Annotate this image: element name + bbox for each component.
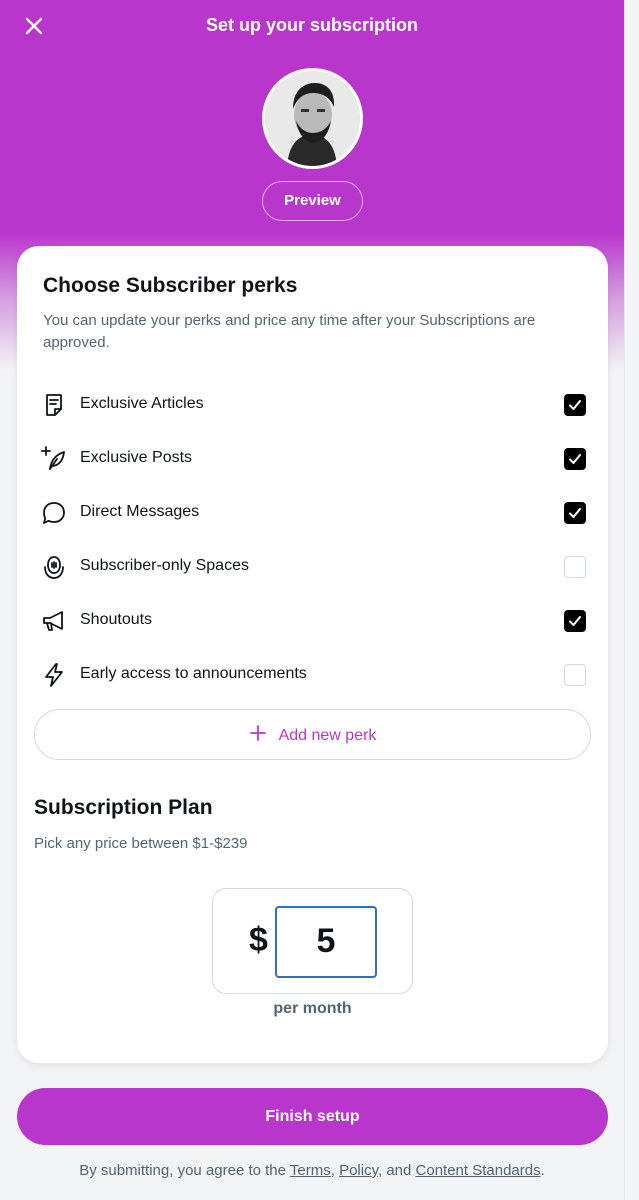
perk-label: Early access to announcements: [80, 665, 307, 682]
perk-subscriber-only-spaces[interactable]: Subscriber-only Spaces: [41, 547, 586, 587]
finish-setup-button[interactable]: Finish setup: [17, 1088, 608, 1145]
perk-label: Shoutouts: [80, 611, 153, 628]
plan-subtitle: Pick any price between $1-$239: [34, 835, 248, 852]
legal-prefix: By submitting, you agree to the: [79, 1162, 290, 1179]
perk-label: Direct Messages: [80, 503, 200, 520]
plus-icon: [249, 724, 267, 747]
lightning-icon: [41, 662, 67, 688]
page-title: Set up your subscription: [205, 15, 419, 35]
plan-title: Subscription Plan: [34, 796, 213, 819]
perk-label: Subscriber-only Spaces: [80, 557, 249, 574]
article-icon: [41, 392, 67, 418]
currency-symbol: $: [249, 921, 268, 959]
perk-exclusive-articles[interactable]: Exclusive Articles: [41, 385, 586, 425]
perk-checkbox-checked[interactable]: [564, 448, 586, 470]
header: Set up your subscription: [0, 0, 624, 52]
perk-direct-messages[interactable]: Direct Messages: [41, 493, 586, 533]
perks-title: Choose Subscriber perks: [43, 274, 298, 297]
legal-sep: ,: [330, 1162, 340, 1179]
spaces-icon: [41, 554, 67, 580]
setup-card: Choose Subscriber perks You can update y…: [17, 246, 608, 1063]
perk-exclusive-posts[interactable]: Exclusive Posts: [41, 439, 586, 479]
subscription-setup-page: Set up your subscription Preview Choose …: [0, 0, 639, 1200]
perk-label: Exclusive Articles: [80, 395, 204, 412]
chat-bubble-icon: [41, 500, 67, 526]
perk-checkbox-checked[interactable]: [564, 394, 586, 416]
preview-button[interactable]: Preview: [262, 181, 363, 221]
perk-shoutouts[interactable]: Shoutouts: [41, 601, 586, 641]
perk-early-access[interactable]: Early access to announcements: [41, 655, 586, 695]
perk-checkbox-unchecked[interactable]: [564, 664, 586, 686]
content-standards-link[interactable]: Content Standards: [416, 1162, 541, 1179]
megaphone-icon: [41, 608, 67, 634]
terms-link[interactable]: Terms: [290, 1162, 331, 1179]
price-box: $ 5: [212, 888, 413, 994]
feather-plus-icon: [41, 446, 67, 472]
period-label: per month: [273, 1000, 352, 1017]
add-perk-button[interactable]: Add new perk: [34, 709, 591, 760]
add-perk-label: Add new perk: [278, 726, 377, 744]
legal-text: By submitting, you agree to the Terms, P…: [0, 1162, 624, 1179]
legal-suffix: .: [540, 1162, 545, 1179]
perk-checkbox-checked[interactable]: [564, 610, 586, 632]
perk-label: Exclusive Posts: [80, 449, 193, 466]
perks-subtitle: You can update your perks and price any …: [43, 312, 536, 351]
scrollbar-track[interactable]: [624, 0, 639, 1200]
price-input[interactable]: 5: [275, 906, 377, 978]
legal-sep: , and: [377, 1162, 416, 1179]
perk-checkbox-unchecked[interactable]: [564, 556, 586, 578]
avatar: [262, 68, 363, 169]
perk-checkbox-checked[interactable]: [564, 502, 586, 524]
policy-link[interactable]: Policy: [339, 1162, 378, 1179]
